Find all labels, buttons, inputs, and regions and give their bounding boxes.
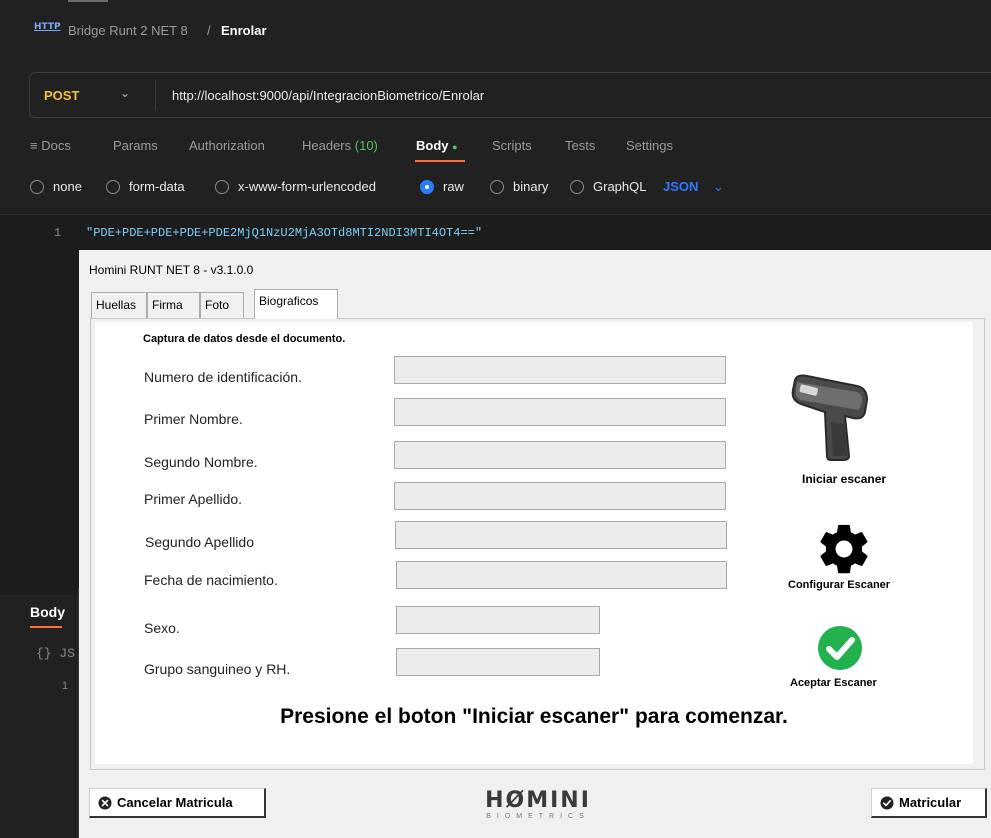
tab-body[interactable]: Body ●	[416, 138, 458, 153]
headers-count: (10)	[354, 138, 378, 153]
tab-body-underline	[415, 160, 465, 162]
http-icon: HTTP	[34, 22, 61, 32]
radio-urlencoded-label[interactable]: x-www-form-urlencoded	[238, 179, 376, 194]
tab-foto[interactable]: Foto	[200, 292, 244, 318]
radio-none-label[interactable]: none	[53, 179, 82, 194]
start-scanner-label[interactable]: Iniciar escaner	[802, 472, 886, 486]
body-indicator-dot: ●	[452, 142, 458, 152]
radio-raw[interactable]	[420, 180, 434, 194]
response-tab-underline	[30, 626, 62, 628]
breadcrumb-separator: /	[207, 23, 211, 38]
format-select[interactable]: JSON	[663, 179, 698, 194]
check-circle-icon[interactable]	[817, 625, 863, 671]
tab-firma[interactable]: Firma	[147, 292, 200, 318]
cancel-button-label: Cancelar Matricula	[117, 795, 233, 810]
tab-settings[interactable]: Settings	[626, 138, 673, 153]
response-format[interactable]: {} JS	[36, 646, 75, 661]
input-segundo-nombre[interactable]	[394, 441, 726, 469]
label-segundo-apellido: Segundo Apellido	[145, 534, 254, 550]
input-numero-identificacion[interactable]	[394, 356, 726, 384]
section-title: Captura de datos desde el documento.	[143, 333, 346, 345]
logo-subtitle: BIOMETRICS	[486, 813, 590, 820]
gear-icon[interactable]	[815, 520, 873, 578]
response-line-number: 1	[62, 680, 69, 692]
check-icon	[880, 796, 894, 809]
cancel-icon	[98, 796, 112, 809]
tab-tests[interactable]: Tests	[565, 138, 595, 153]
enroll-button-label: Matricular	[899, 795, 962, 810]
breadcrumb-request[interactable]: Enrolar	[221, 23, 267, 38]
label-fecha-nacimiento: Fecha de nacimiento.	[144, 572, 278, 588]
tab-biograficos[interactable]: Biograficos	[254, 289, 338, 319]
input-fecha-nacimiento[interactable]	[396, 561, 727, 589]
tab-huellas[interactable]: Huellas	[91, 292, 147, 318]
radio-graphql-label[interactable]: GraphQL	[593, 179, 646, 194]
tab-headers-label: Headers	[302, 138, 352, 153]
chevron-down-icon[interactable]: ⌄	[120, 86, 130, 100]
url-input[interactable]: http://localhost:9000/api/IntegracionBio…	[172, 88, 484, 103]
label-numero-identificacion: Numero de identificación.	[144, 369, 302, 385]
homini-logo: HØMINI BIOMETRICS	[483, 788, 593, 824]
tab-authorization[interactable]: Authorization	[189, 138, 265, 153]
cancel-enrollment-button[interactable]: Cancelar Matricula	[89, 788, 266, 818]
editor-code[interactable]: "PDE+PDE+PDE+PDE+PDE2MjQ1NzU2MjA3OTd8MTI…	[86, 226, 482, 240]
radio-urlencoded[interactable]	[215, 180, 229, 194]
radio-none[interactable]	[30, 180, 44, 194]
radio-form-data-label[interactable]: form-data	[129, 179, 185, 194]
configure-scanner-label[interactable]: Configurar Escaner	[788, 579, 890, 591]
input-sexo[interactable]	[396, 606, 600, 634]
instruction-text: Presione el boton "Iniciar escaner" para…	[280, 705, 788, 728]
barcode-scanner-icon[interactable]	[787, 372, 887, 462]
logo-wordmark: HØMINI	[485, 788, 591, 813]
tab-docs[interactable]: ≡ Docs	[30, 138, 71, 153]
input-grupo-sanguineo[interactable]	[396, 648, 600, 676]
tab-headers[interactable]: Headers (10)	[302, 138, 378, 153]
label-primer-nombre: Primer Nombre.	[144, 411, 243, 427]
input-primer-apellido[interactable]	[394, 482, 726, 510]
editor-line-number: 1	[54, 226, 62, 240]
label-segundo-nombre: Segundo Nombre.	[144, 454, 258, 470]
accept-scanner-label[interactable]: Aceptar Escaner	[790, 677, 877, 689]
label-grupo-sanguineo: Grupo sanguineo y RH.	[144, 661, 291, 677]
input-primer-nombre[interactable]	[394, 398, 726, 426]
method-select[interactable]: POST	[44, 88, 79, 103]
tab-indicator	[68, 0, 108, 2]
window-title: Homini RUNT NET 8 - v3.1.0.0	[89, 263, 254, 277]
input-segundo-apellido[interactable]	[395, 521, 727, 549]
format-chevron-icon[interactable]: ⌄	[713, 179, 724, 195]
radio-graphql[interactable]	[570, 180, 584, 194]
breadcrumb-collection[interactable]: Bridge Runt 2 NET 8	[68, 23, 188, 38]
radio-raw-label[interactable]: raw	[443, 179, 464, 194]
radio-binary-label[interactable]: binary	[513, 179, 548, 194]
radio-form-data[interactable]	[106, 180, 120, 194]
response-body-tab[interactable]: Body	[30, 604, 65, 620]
tab-scripts[interactable]: Scripts	[492, 138, 532, 153]
label-sexo: Sexo.	[144, 620, 180, 636]
radio-binary[interactable]	[490, 180, 504, 194]
url-divider	[155, 80, 156, 110]
label-primer-apellido: Primer Apellido.	[144, 491, 243, 507]
tab-params[interactable]: Params	[113, 138, 158, 153]
enroll-button[interactable]: Matricular	[871, 788, 987, 818]
tab-body-label: Body	[416, 138, 449, 153]
